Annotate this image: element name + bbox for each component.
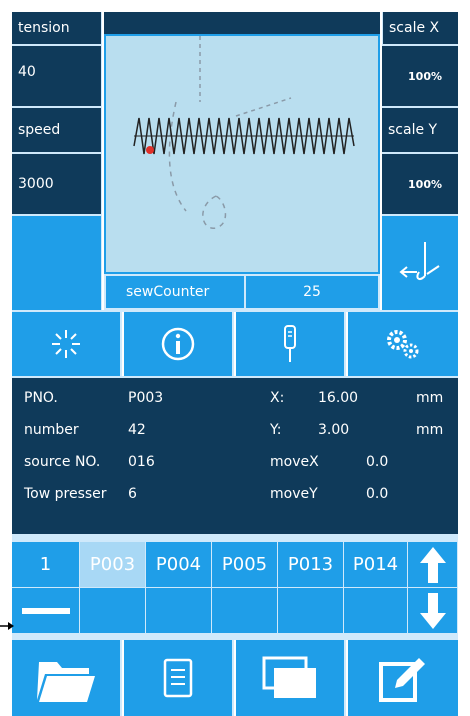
scroll-up-button[interactable]	[408, 542, 458, 588]
pattern-item-p003[interactable]: P003	[80, 542, 146, 588]
minus-button[interactable]	[12, 588, 80, 634]
folder-icon	[37, 662, 95, 702]
y-label: Y:	[270, 422, 282, 438]
pattern-item-p014[interactable]: P014	[344, 542, 408, 588]
copy-button[interactable]	[236, 640, 346, 716]
pattern-empty-slot[interactable]	[212, 588, 278, 634]
pattern-canvas[interactable]	[104, 34, 380, 274]
info-button[interactable]	[124, 312, 234, 376]
needle-position-icon	[399, 242, 440, 280]
number-label: number	[24, 422, 79, 438]
x-value: 16.00	[318, 390, 359, 406]
x-unit: mm	[416, 390, 444, 406]
settings-button[interactable]	[348, 312, 458, 376]
pattern-empty-slot[interactable]	[344, 588, 408, 634]
x-label: X:	[270, 390, 285, 406]
arrow-down-icon	[419, 592, 446, 629]
y-value: 3.00	[318, 422, 350, 438]
scale-y-value[interactable]: 100%	[382, 154, 458, 214]
pno-label: PNO.	[24, 390, 58, 406]
left-blank-button[interactable]	[12, 214, 102, 310]
stitch-pattern	[133, 36, 355, 229]
copy-icon	[262, 656, 316, 698]
pattern-item-p013[interactable]: P013	[278, 542, 344, 588]
gears-icon	[387, 330, 419, 359]
info-panel: PNO. P003 number 42 source NO. 016 Tow p…	[12, 378, 458, 534]
movey-value: 0.0	[366, 486, 389, 502]
scale-x-label: scale X	[382, 12, 458, 44]
presser-value: 6	[128, 486, 137, 502]
speed-label: speed	[12, 108, 102, 152]
source-value: 016	[128, 454, 155, 470]
minus-icon	[21, 607, 70, 614]
needle-icon	[284, 325, 296, 362]
y-unit: mm	[416, 422, 444, 438]
pattern-item-p004[interactable]: P004	[146, 542, 212, 588]
source-label: source NO.	[24, 454, 101, 470]
sew-counter-label: sewCounter	[106, 276, 244, 308]
scroll-down-button[interactable]	[408, 588, 458, 634]
pattern-item-p005[interactable]: P005	[212, 542, 278, 588]
document-button[interactable]	[124, 640, 234, 716]
edit-button[interactable]	[348, 640, 458, 716]
presser-label: Tow presser	[24, 486, 107, 502]
page-number: 1	[12, 542, 80, 588]
movey-label: moveY	[270, 486, 318, 502]
pattern-empty-slot[interactable]	[146, 588, 212, 634]
edit-icon	[379, 658, 425, 702]
open-folder-button[interactable]	[12, 640, 122, 716]
movex-value: 0.0	[366, 454, 389, 470]
info-icon	[161, 327, 195, 361]
pattern-empty-slot[interactable]	[278, 588, 344, 634]
burst-button[interactable]	[12, 312, 122, 376]
speed-value[interactable]: 3000	[12, 154, 102, 214]
arrow-up-icon	[419, 546, 446, 583]
tension-label: tension	[12, 12, 102, 44]
sew-counter-value[interactable]: 25	[246, 276, 378, 308]
needle-button[interactable]	[236, 312, 346, 376]
scale-y-label: scale Y	[382, 108, 458, 152]
tension-value[interactable]: 40	[12, 46, 102, 106]
divider	[12, 534, 458, 542]
pno-value: P003	[128, 390, 164, 406]
movex-label: moveX	[270, 454, 319, 470]
scale-x-value[interactable]: 100%	[382, 46, 458, 106]
number-value: 42	[128, 422, 146, 438]
canvas-header	[104, 12, 380, 34]
pattern-empty-slot[interactable]	[80, 588, 146, 634]
document-icon	[163, 658, 193, 698]
burst-icon	[52, 330, 80, 358]
pointer-arrow-icon	[0, 622, 14, 630]
needle-position-button[interactable]	[382, 214, 458, 310]
